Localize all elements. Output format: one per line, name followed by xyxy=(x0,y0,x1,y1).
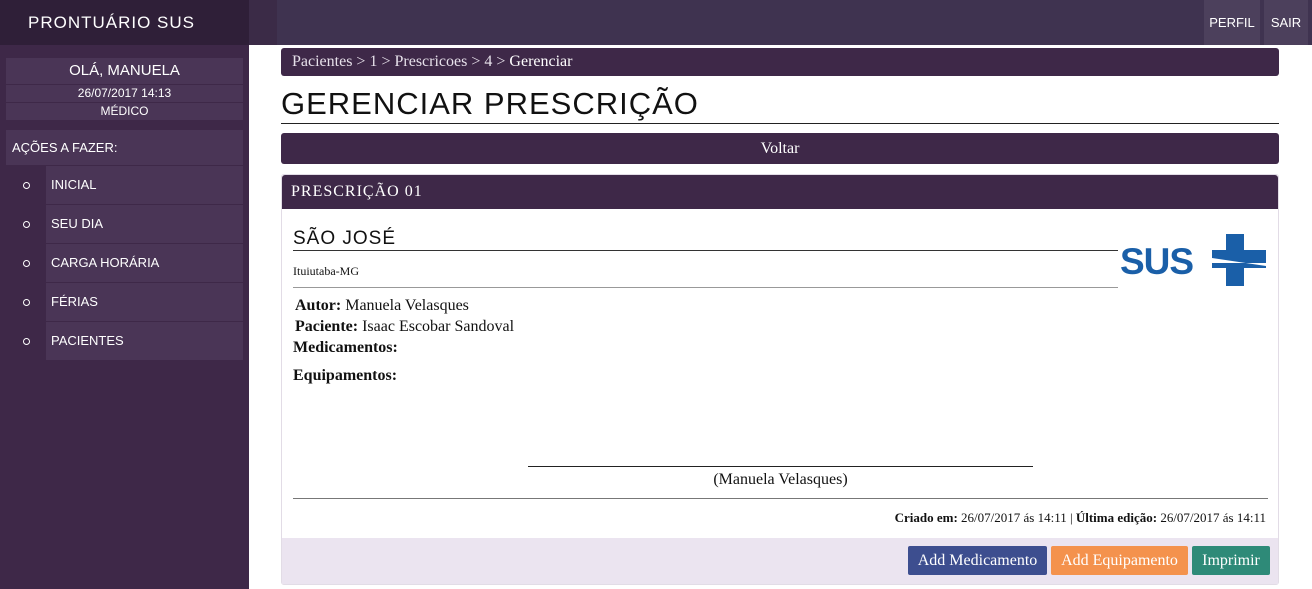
card-actions: Add Medicamento Add Equipamento Imprimir xyxy=(282,538,1278,584)
sidebar-menu: INICIAL SEU DIA CARGA HORÁRIA FÉRIAS PAC… xyxy=(6,166,243,361)
sus-logo: SUS xyxy=(1120,234,1266,286)
divider xyxy=(293,498,1268,499)
print-button[interactable]: Imprimir xyxy=(1192,546,1270,575)
sidebar-item-inicial[interactable]: INICIAL xyxy=(6,166,243,204)
breadcrumb-separator: > xyxy=(377,53,395,70)
patient-value: Isaac Escobar Sandoval xyxy=(362,318,515,335)
sidebar-item-pacientes[interactable]: PACIENTES xyxy=(6,322,243,360)
app-title[interactable]: PRONTUÁRIO SUS xyxy=(0,0,249,45)
breadcrumb: Pacientes > 1 > Prescricoes > 4 > Gerenc… xyxy=(281,48,1279,76)
prescription-header: PRESCRIÇÃO 01 xyxy=(282,175,1278,209)
user-greeting: OLÁ, MANUELA xyxy=(6,58,243,84)
author-value: Manuela Velasques xyxy=(345,297,469,314)
prescription-meta: Criado em: 26/07/2017 ás 14:11 | Última … xyxy=(895,510,1266,526)
bullet-icon xyxy=(6,283,46,321)
equipment-field: Equipamentos: xyxy=(293,367,397,385)
top-bar: PERFIL SAIR xyxy=(249,0,1312,45)
patient-field: Paciente: Isaac Escobar Sandoval xyxy=(295,318,514,336)
sidebar-item-label: FÉRIAS xyxy=(46,283,243,321)
created-value: 26/07/2017 ás 14:11 xyxy=(961,510,1067,525)
hospital-city: Ituiutaba-MG xyxy=(293,261,1118,288)
page-title: GERENCIAR PRESCRIÇÃO xyxy=(281,84,1279,124)
hospital-name: SÃO JOSÉ xyxy=(293,227,1118,251)
user-role: MÉDICO xyxy=(6,103,243,120)
sair-button[interactable]: SAIR xyxy=(1264,0,1308,45)
sidebar-item-ferias[interactable]: FÉRIAS xyxy=(6,283,243,321)
meta-separator: | xyxy=(1069,510,1073,525)
sidebar-item-label: PACIENTES xyxy=(46,322,243,360)
sidebar-item-seu-dia[interactable]: SEU DIA xyxy=(6,205,243,243)
breadcrumb-separator: > xyxy=(352,53,370,70)
breadcrumb-current: Gerenciar xyxy=(509,53,573,70)
sus-cross-icon xyxy=(1212,234,1266,286)
prescription-card: PRESCRIÇÃO 01 SÃO JOSÉ Ituiutaba-MG SUS … xyxy=(281,174,1279,585)
sidebar-item-label: SEU DIA xyxy=(46,205,243,243)
breadcrumb-prescricoes[interactable]: Prescricoes xyxy=(394,53,467,70)
created-label: Criado em: xyxy=(894,510,958,525)
bullet-icon xyxy=(6,166,46,204)
user-datetime: 26/07/2017 14:13 xyxy=(6,85,243,102)
edited-label: Última edição: xyxy=(1075,510,1158,525)
sidebar: PRONTUÁRIO SUS OLÁ, MANUELA 26/07/2017 1… xyxy=(0,0,249,589)
signature-line xyxy=(528,466,1033,467)
sidebar-item-label: INICIAL xyxy=(46,166,243,204)
medications-field: Medicamentos: xyxy=(293,339,398,357)
equipment-label: Equipamentos: xyxy=(293,367,398,384)
bullet-icon xyxy=(6,244,46,282)
top-bar-inner: PERFIL SAIR xyxy=(277,0,1312,45)
user-info: OLÁ, MANUELA 26/07/2017 14:13 MÉDICO xyxy=(6,58,243,121)
sus-logo-text: SUS xyxy=(1120,241,1193,282)
signature-name: (Manuela Velasques) xyxy=(713,471,848,488)
back-button[interactable]: Voltar xyxy=(281,133,1279,164)
add-equipment-button[interactable]: Add Equipamento xyxy=(1051,546,1188,575)
author-label: Autor: xyxy=(295,297,342,314)
add-medication-button[interactable]: Add Medicamento xyxy=(908,546,1047,575)
perfil-button[interactable]: PERFIL xyxy=(1204,0,1260,45)
sidebar-item-carga-horaria[interactable]: CARGA HORÁRIA xyxy=(6,244,243,282)
breadcrumb-pacientes[interactable]: Pacientes xyxy=(292,53,352,70)
medications-label: Medicamentos: xyxy=(293,339,398,356)
breadcrumb-separator: > xyxy=(492,53,510,70)
bullet-icon xyxy=(6,205,46,243)
author-field: Autor: Manuela Velasques xyxy=(295,297,469,315)
breadcrumb-separator: > xyxy=(467,53,485,70)
bullet-icon xyxy=(6,322,46,360)
patient-label: Paciente: xyxy=(295,318,359,335)
sidebar-item-label: CARGA HORÁRIA xyxy=(46,244,243,282)
edited-value: 26/07/2017 ás 14:11 xyxy=(1160,510,1266,525)
actions-section-label: AÇÕES A FAZER: xyxy=(6,130,243,165)
